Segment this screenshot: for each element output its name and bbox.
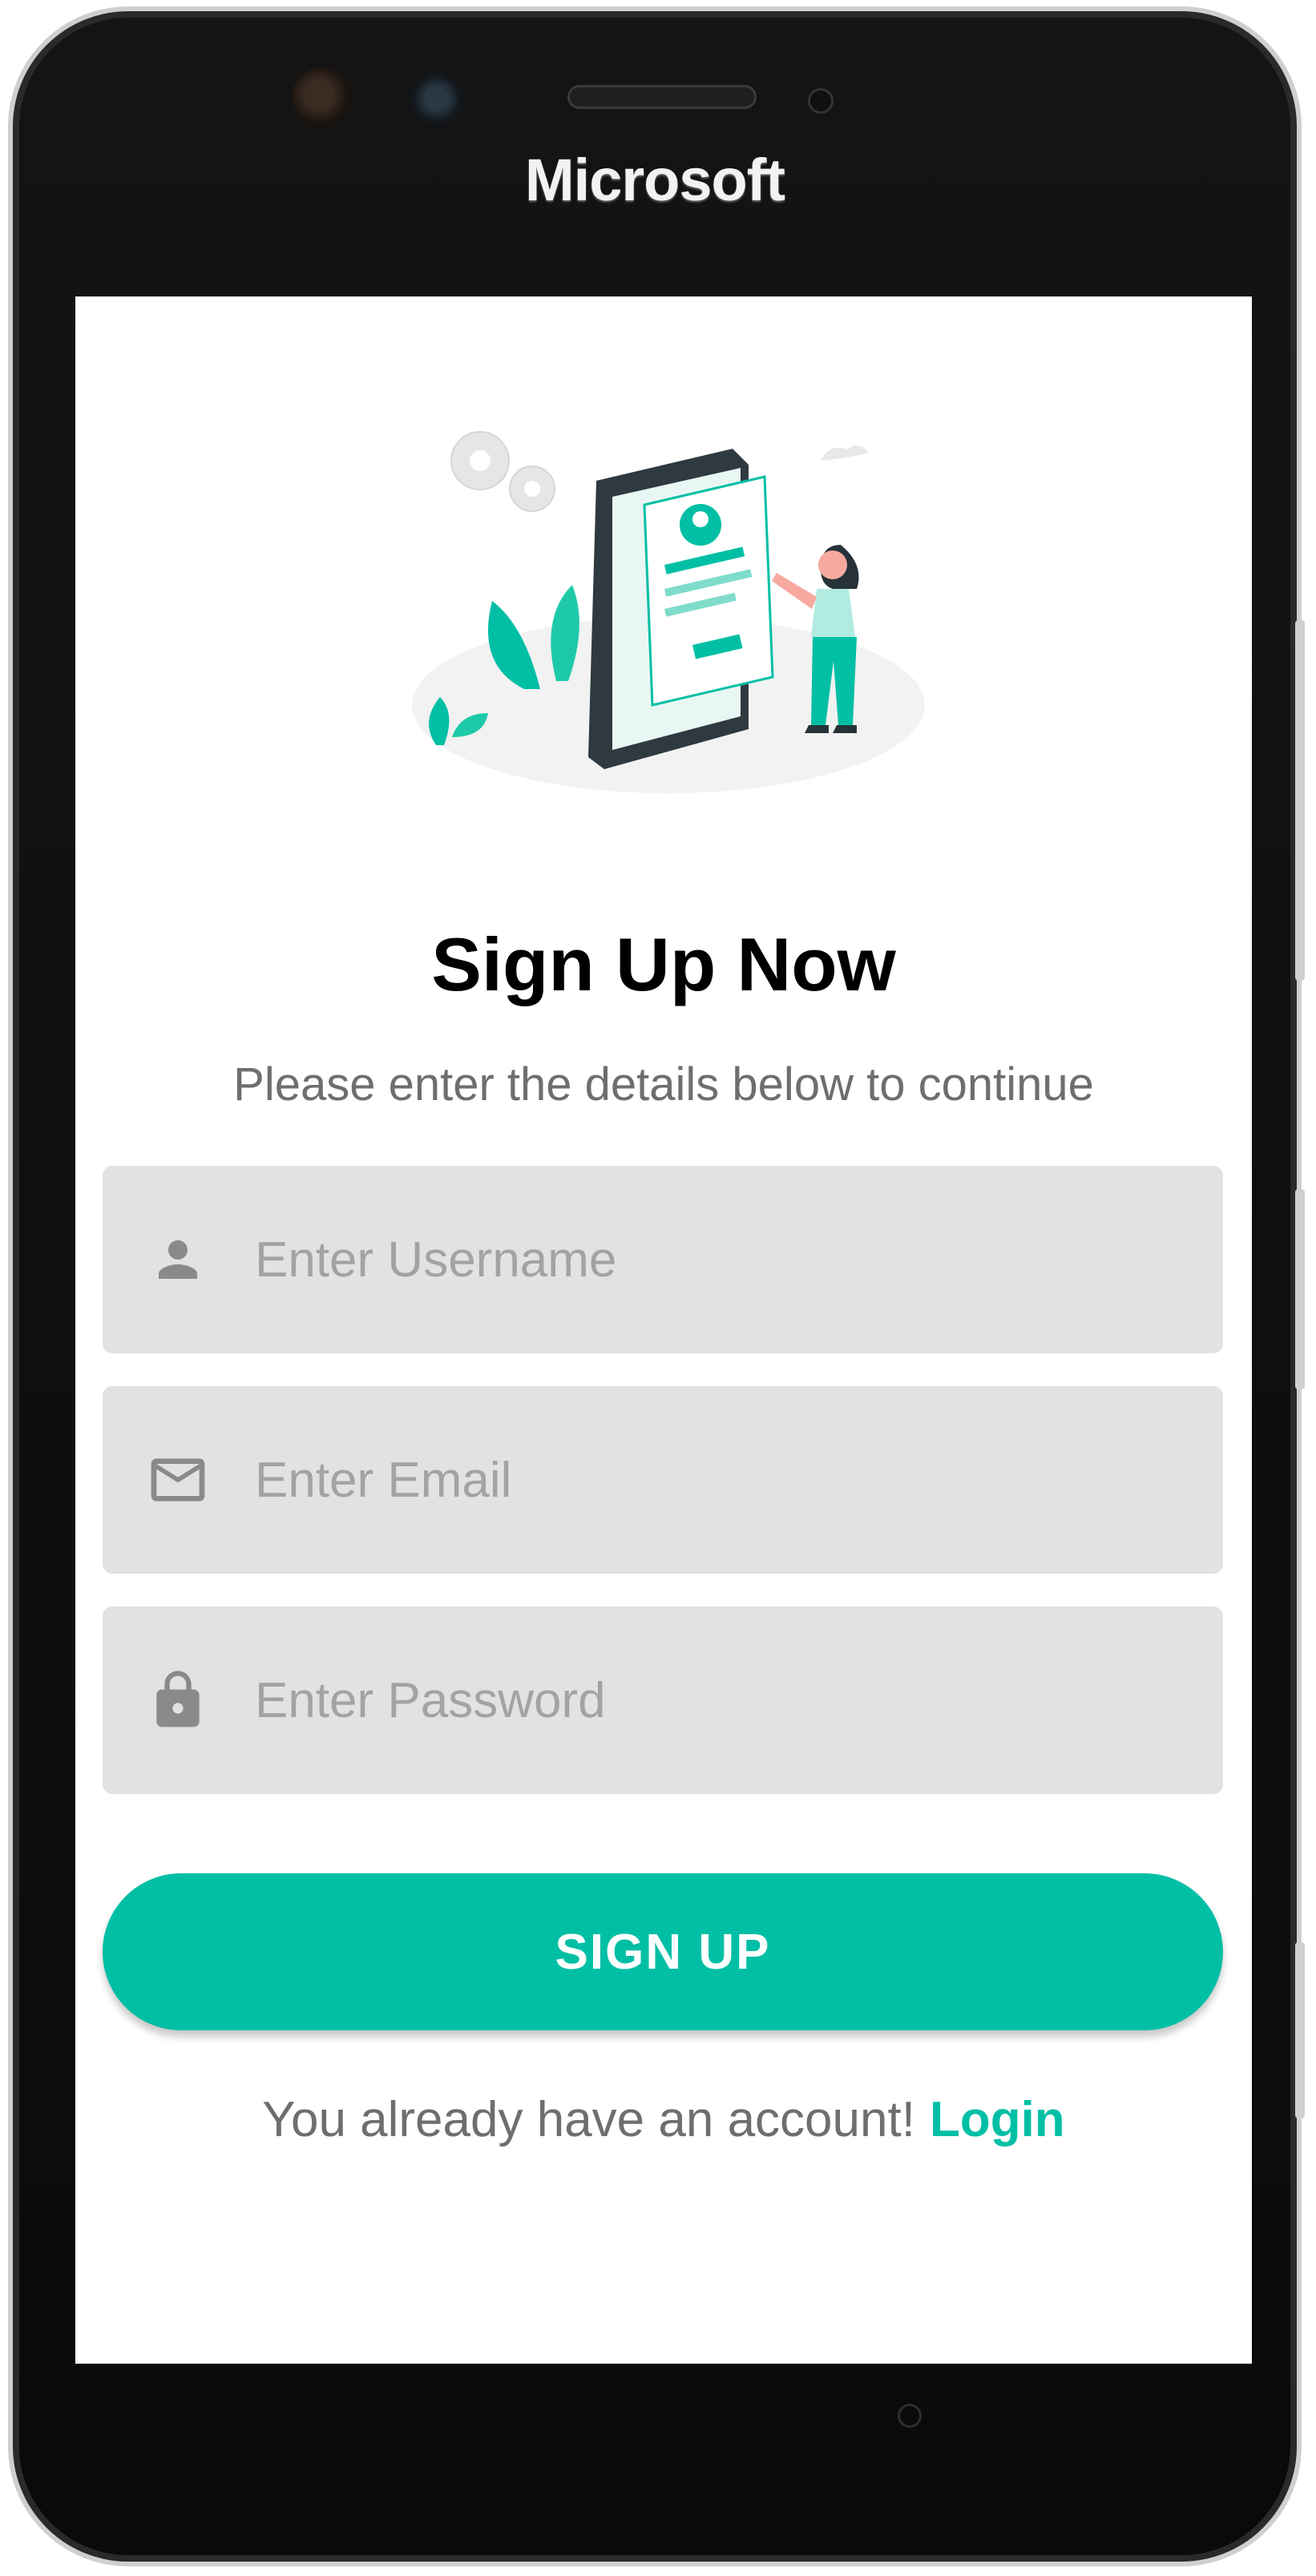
password-input[interactable] [255,1671,1223,1729]
email-field[interactable] [103,1386,1223,1574]
mail-icon [146,1448,210,1512]
username-field[interactable] [103,1166,1223,1353]
login-link[interactable]: Login [930,2092,1065,2147]
earpiece-speaker [567,85,757,109]
device-brand: Microsoft [525,147,785,213]
app-screen: Sign Up Now Please enter the details bel… [75,296,1252,2364]
login-prompt-text: You already have an account! [262,2092,915,2147]
email-input[interactable] [255,1451,1223,1509]
volume-button [1295,620,1305,981]
proximity-sensor [808,88,834,114]
page-subtitle: Please enter the details below to contin… [233,1058,1094,1111]
camera-button [1295,1942,1305,2118]
power-button [1295,1189,1305,1389]
username-input[interactable] [255,1231,1223,1288]
password-field[interactable] [103,1606,1223,1794]
phone-frame: Microsoft Sign Up Now Please enter the d… [8,6,1305,2566]
front-camera [292,67,353,128]
page-title: Sign Up Now [431,922,896,1006]
sign-up-illustration [412,431,925,793]
lock-icon [146,1668,210,1732]
secondary-camera [410,72,463,125]
sign-up-button[interactable]: SIGN UP [103,1873,1223,2030]
person-icon [146,1228,210,1292]
login-prompt: You already have an account! Login [75,2091,1252,2148]
home-indicator [898,2404,922,2428]
